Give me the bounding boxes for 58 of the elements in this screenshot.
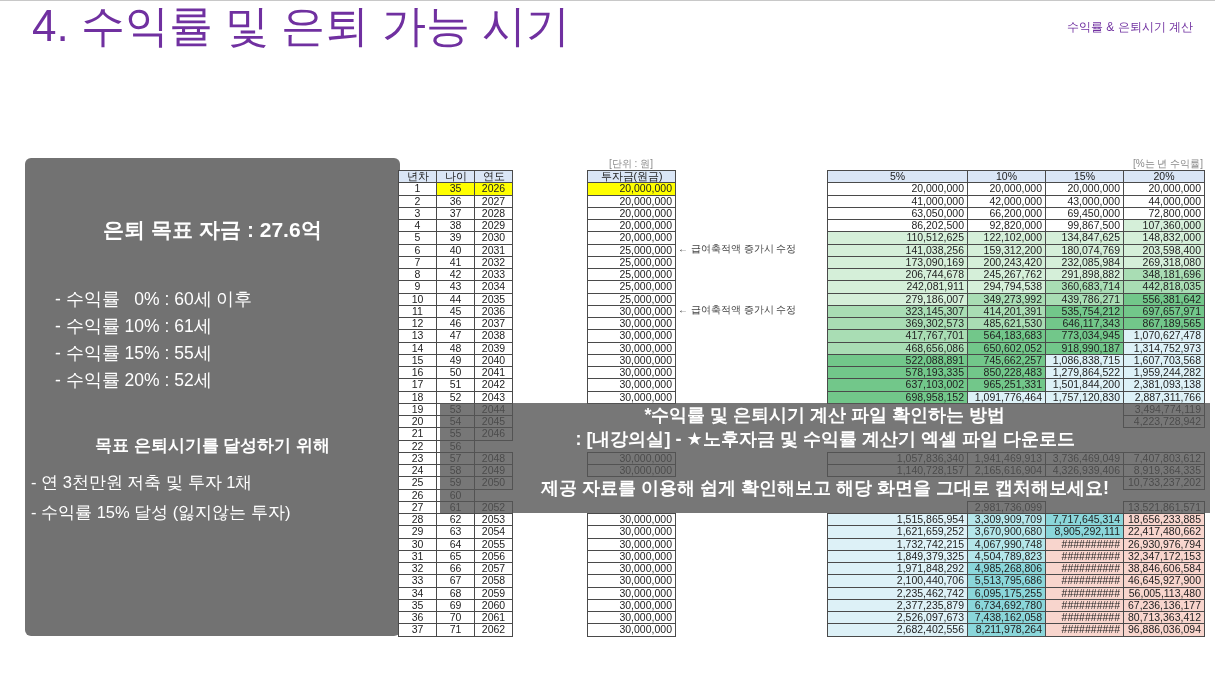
table-cell: 3,670,900,680 [967,525,1046,539]
table-cell: 8,905,292,111 [1045,525,1124,539]
table-cell: 564,183,683 [967,329,1046,343]
table-cell: 30,000,000 [587,574,676,588]
table-cell: ########## [1045,623,1124,637]
plan-text: - 연 3천만원 저축 및 투자 1채 [31,472,253,493]
notice-text: : [내강의실] - ★노후자금 및 수익률 계산기 엑셀 파일 다운로드 [575,428,1075,451]
table-cell: 20,000,000 [587,231,676,245]
table-cell: 2026 [474,182,513,196]
table-cell: 417,767,701 [827,329,968,343]
table-cell: 5,513,795,686 [967,574,1046,588]
table-cell: 2,682,402,556 [827,623,968,637]
result-text: - 수익률 20% : 52세 [55,369,212,392]
note-text: ← 급여축적액 증가시 수정 [677,304,798,317]
table-cell: 965,251,331 [967,378,1046,392]
table-cell: 96,886,036,094 [1123,623,1205,637]
table-cell: 22,417,480,662 [1123,525,1205,539]
table-cell: 35 [436,182,475,196]
table-cell: 122,102,000 [967,231,1046,245]
table-cell: 134,847,625 [1045,231,1124,245]
table-cell: 637,103,002 [827,378,968,392]
table-cell: 294,794,538 [967,280,1046,294]
plan-heading: 목표 은퇴시기를 달성하기 위해 [94,435,331,457]
section-label: 수익률 & 은퇴시기 계산 [1067,19,1193,36]
unit-note: [단위 : 원] [608,158,654,170]
table-cell: 37 [398,623,437,637]
notice-text: *수익률 및 은퇴시기 계산 파일 확인하는 방법 [644,404,1006,427]
table-cell: 2,381,093,138 [1123,378,1205,392]
table-cell: 148,832,000 [1123,231,1205,245]
table-cell: 30,000,000 [587,623,676,637]
table-cell: 46,645,927,900 [1123,574,1205,588]
notice-text: 제공 자료를 이용해 쉽게 확인해보고 해당 화면을 그대로 캡처해보세요! [541,477,1109,500]
result-text: - 수익률 0% : 60세 이후 [55,288,253,311]
goal-heading: 은퇴 목표 자금 : 27.6억 [103,217,322,243]
rate-note: [%는 년 수익률] [1133,158,1203,170]
table-cell: 25,000,000 [587,280,676,294]
table-cell: 8,211,978,264 [967,623,1046,637]
table-cell: 360,683,714 [1045,280,1124,294]
table-cell: 71 [436,623,475,637]
table-cell: 242,081,911 [827,280,968,294]
table-cell: 773,034,945 [1045,329,1124,343]
table-cell: 2,100,440,706 [827,574,968,588]
plan-text: - 수익률 15% 달성 (잃지않는 투자) [31,502,291,523]
result-text: - 수익률 10% : 61세 [55,315,212,338]
table-cell: 30,000,000 [587,329,676,343]
result-text: - 수익률 15% : 55세 [55,342,212,365]
note-text: ← 급여축적액 증가시 수정 [677,243,798,256]
table-cell: 110,512,625 [827,231,968,245]
table-cell: 30,000,000 [587,378,676,392]
table-cell: 30,000,000 [587,525,676,539]
table-cell: 1,501,844,200 [1045,378,1124,392]
table-cell: 1,070,627,478 [1123,329,1205,343]
slide-title: 4. 수익률 및 은퇴 가능 시기 [32,1,571,51]
table-cell: 1,621,659,252 [827,525,968,539]
table-cell: 20,000,000 [587,182,676,196]
table-cell: ########## [1045,574,1124,588]
table-cell: 442,818,035 [1123,280,1205,294]
table-cell: 2062 [474,623,513,637]
